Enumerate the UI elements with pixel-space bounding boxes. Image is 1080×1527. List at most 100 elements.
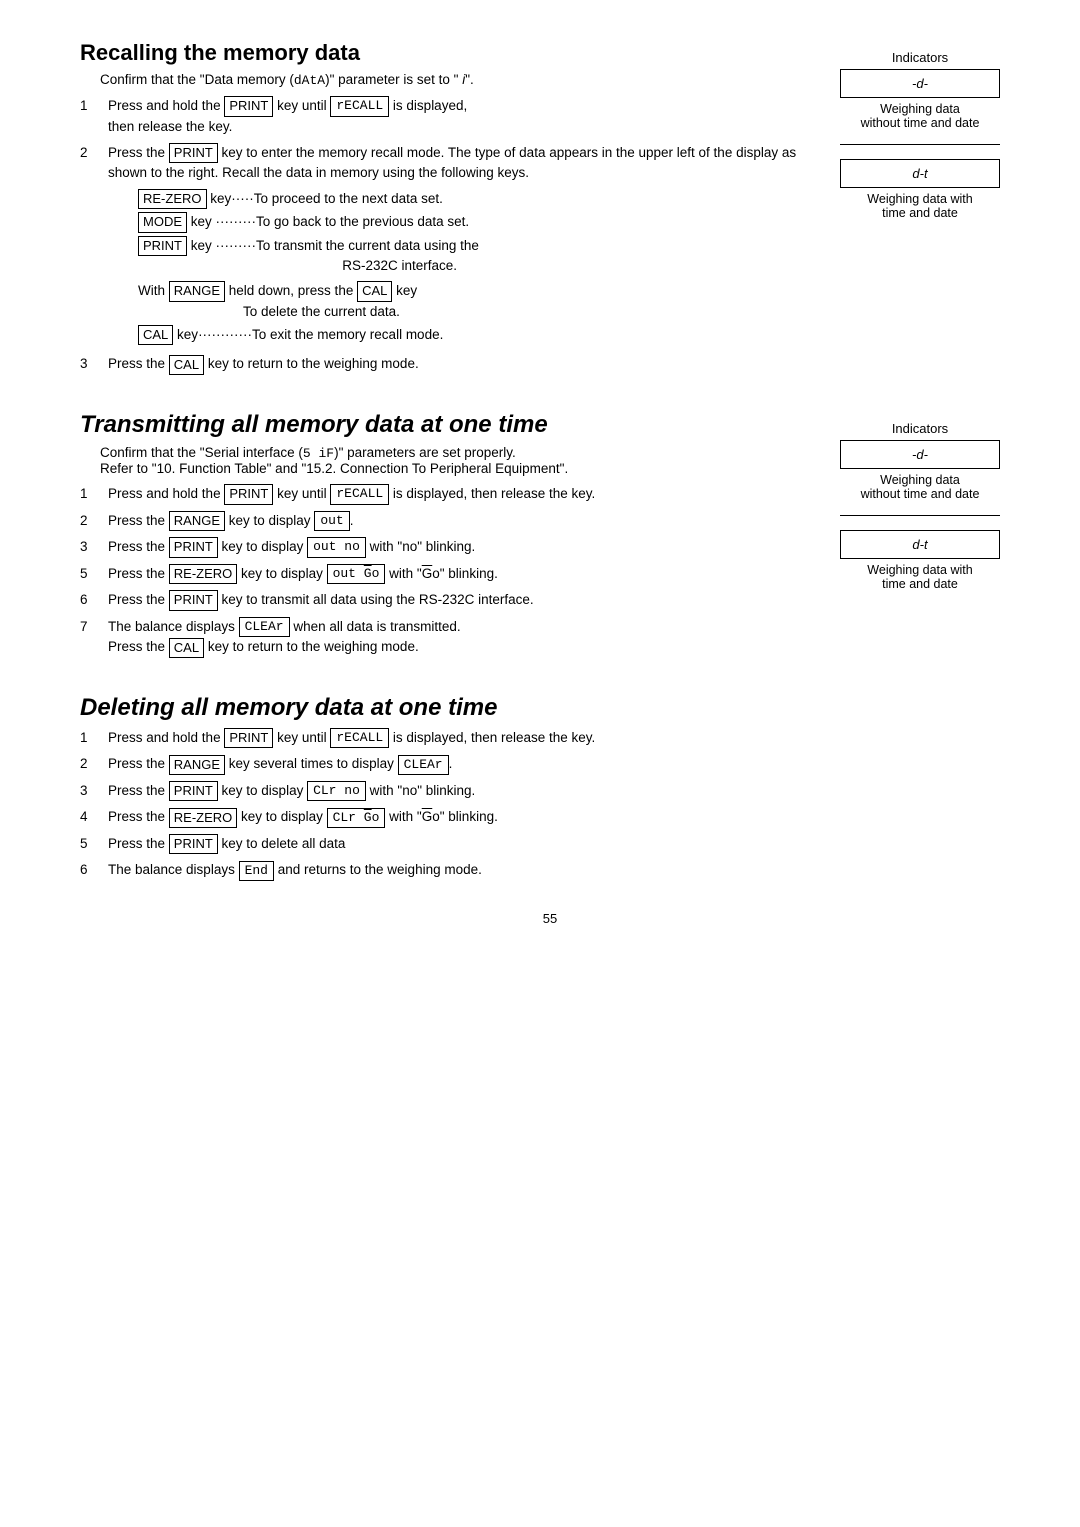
step-item: 3 Press the PRINT key to display CLr no … (80, 781, 1020, 802)
indicator-caption-1: Weighing datawithout time and date (861, 102, 980, 130)
transmitting-title: Transmitting all memory data at one time (80, 411, 800, 439)
step-content: Press and hold the PRINT key until rECAL… (108, 728, 1020, 749)
indicator-display-1: -d- (840, 69, 1000, 98)
step-number: 2 (80, 754, 108, 775)
step-item: 7 The balance displays CLEAr when all da… (80, 617, 800, 658)
step-number: 7 (80, 617, 108, 658)
step-item: 2 Press the PRINT key to enter the memor… (80, 143, 800, 349)
range-key: RANGE (169, 281, 225, 301)
indicator-caption-1: Weighing datawithout time and date (861, 473, 980, 501)
recall-display: rECALL (330, 484, 389, 504)
key-list-item: PRINT key ········· To transmit the curr… (138, 236, 800, 277)
print-key: PRINT (169, 143, 218, 163)
print-key: PRINT (169, 834, 218, 854)
print-key: PRINT (224, 484, 273, 504)
key-list-item: MODE key ········· To go back to the pre… (138, 212, 800, 233)
transmitting-indicators: Indicators -d- Weighing datawithout time… (820, 411, 1020, 664)
step-number: 1 (80, 484, 108, 505)
step-item: 3 Press the CAL key to return to the wei… (80, 354, 800, 375)
step-content: Press and hold the PRINT key until rECAL… (108, 484, 800, 505)
recalling-steps: 1 Press and hold the PRINT key until rEC… (80, 96, 800, 375)
step-item: 6 The balance displays End and returns t… (80, 860, 1020, 881)
indicators-label: Indicators (892, 50, 948, 65)
cal-key: CAL (169, 638, 204, 658)
transmitting-intro: Confirm that the "Serial interface (5 iF… (100, 445, 800, 476)
step-content: The balance displays End and returns to … (108, 860, 1020, 881)
step-number: 5 (80, 834, 108, 855)
indicator-display-2: d-t (840, 159, 1000, 188)
step-number: 6 (80, 590, 108, 611)
transmitting-main: Transmitting all memory data at one time… (80, 411, 800, 664)
step-content: Press and hold the PRINT key until rECAL… (108, 96, 800, 137)
out-go-display: out Go (327, 564, 386, 584)
step-content: Press the RANGE key to display out. (108, 511, 800, 532)
step-number: 4 (80, 807, 108, 828)
step-item: 4 Press the RE-ZERO key to display CLr G… (80, 807, 1020, 828)
step-content: Press the PRINT key to transmit all data… (108, 590, 800, 611)
step-item: 1 Press and hold the PRINT key until rEC… (80, 728, 1020, 749)
print-key: PRINT (169, 537, 218, 557)
step-number: 1 (80, 96, 108, 137)
step-content: Press the RANGE key several times to dis… (108, 754, 1020, 775)
indicator-display-2: d-t (840, 530, 1000, 559)
range-key: RANGE (169, 511, 225, 531)
clear-display: CLEAr (398, 755, 449, 775)
print-key: PRINT (224, 96, 273, 116)
range-key: RANGE (169, 755, 225, 775)
deleting-section: Deleting all memory data at one time 1 P… (80, 694, 1020, 881)
indicator-display-1: -d- (840, 440, 1000, 469)
clr-no-display: CLr no (307, 781, 366, 801)
print-key: PRINT (169, 590, 218, 610)
indicators-label: Indicators (892, 421, 948, 436)
rezero-key: RE-ZERO (138, 189, 207, 209)
cal-key: CAL (357, 281, 392, 301)
recalling-section: Recalling the memory data Confirm that t… (80, 40, 1020, 381)
clr-go-display: CLr Go (327, 808, 386, 828)
indicator-caption-2: Weighing data withtime and date (867, 563, 972, 591)
step-item: 5 Press the PRINT key to delete all data (80, 834, 1020, 855)
print-key: PRINT (169, 781, 218, 801)
mode-key: MODE (138, 212, 187, 232)
recalling-indicators: Indicators -d- Weighing datawithout time… (820, 40, 1020, 381)
step-item: 3 Press the PRINT key to display out no … (80, 537, 800, 558)
key-desc: To transmit the current data using the R… (256, 236, 800, 277)
step-item: 5 Press the RE-ZERO key to display out G… (80, 564, 800, 585)
step-content: Press the RE-ZERO key to display out Go … (108, 564, 800, 585)
step-item: 6 Press the PRINT key to transmit all da… (80, 590, 800, 611)
recall-display: rECALL (330, 96, 389, 116)
print-key: PRINT (138, 236, 187, 256)
recall-display: rECALL (330, 728, 389, 748)
recalling-intro: Confirm that the "Data memory (dAtA)" pa… (100, 72, 800, 88)
step-number: 6 (80, 860, 108, 881)
cal-exit-line: CAL key············To exit the memory re… (138, 325, 800, 346)
recalling-title: Recalling the memory data (80, 40, 800, 66)
with-range-line: With RANGE held down, press the CAL key … (138, 281, 800, 322)
rezero-key: RE-ZERO (169, 808, 238, 828)
step-content: Press the RE-ZERO key to display CLr Go … (108, 807, 1020, 828)
step-content: Press the PRINT key to display out no wi… (108, 537, 800, 558)
transmitting-steps: 1 Press and hold the PRINT key until rEC… (80, 484, 800, 658)
step-content: Press the PRINT key to delete all data (108, 834, 1020, 855)
step-number: 2 (80, 511, 108, 532)
cal-key: CAL (138, 325, 173, 345)
rezero-key: RE-ZERO (169, 564, 238, 584)
key-label: RE-ZERO key····· (138, 189, 254, 210)
page-number: 55 (80, 911, 1020, 926)
key-label: PRINT key ········· (138, 236, 256, 277)
step-number: 3 (80, 781, 108, 802)
end-display: End (239, 861, 274, 881)
step-content: Press the PRINT key to display CLr no wi… (108, 781, 1020, 802)
step-number: 2 (80, 143, 108, 349)
step-number: 1 (80, 728, 108, 749)
cal-key: CAL (169, 355, 204, 375)
step-number: 3 (80, 354, 108, 375)
print-key: PRINT (224, 728, 273, 748)
step-item: 2 Press the RANGE key to display out. (80, 511, 800, 532)
recalling-main: Recalling the memory data Confirm that t… (80, 40, 800, 381)
step-number: 5 (80, 564, 108, 585)
key-desc: To go back to the previous data set. (256, 212, 800, 233)
deleting-steps: 1 Press and hold the PRINT key until rEC… (80, 728, 1020, 881)
step-content: Press the PRINT key to enter the memory … (108, 143, 800, 349)
key-desc: To proceed to the next data set. (254, 189, 800, 210)
key-label: MODE key ········· (138, 212, 256, 233)
